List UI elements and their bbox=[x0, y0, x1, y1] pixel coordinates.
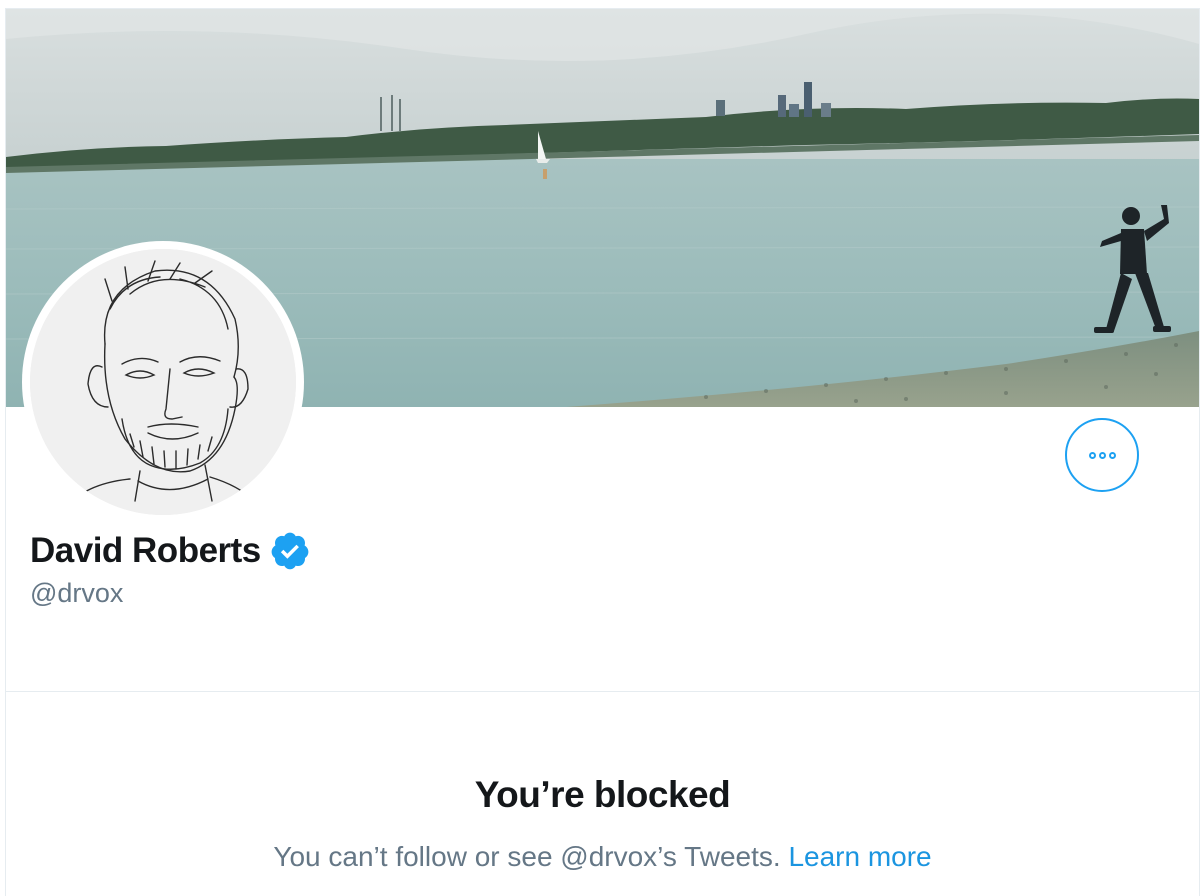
verified-badge-icon bbox=[271, 532, 309, 570]
blocked-heading: You’re blocked bbox=[474, 774, 731, 815]
more-options-icon bbox=[1088, 451, 1116, 459]
section-divider bbox=[6, 691, 1199, 692]
blocked-message: You can’t follow or see @drvox’s Tweets. bbox=[273, 841, 781, 872]
more-options-button[interactable] bbox=[1065, 418, 1139, 492]
profile-name-row: David Roberts bbox=[30, 530, 311, 572]
blocked-message-row: You can’t follow or see @drvox’s Tweets.… bbox=[6, 841, 1199, 873]
learn-more-link[interactable]: Learn more bbox=[788, 841, 931, 872]
user-handle: @drvox bbox=[30, 578, 124, 608]
avatar[interactable] bbox=[30, 249, 296, 515]
display-name: David Roberts bbox=[30, 531, 261, 570]
